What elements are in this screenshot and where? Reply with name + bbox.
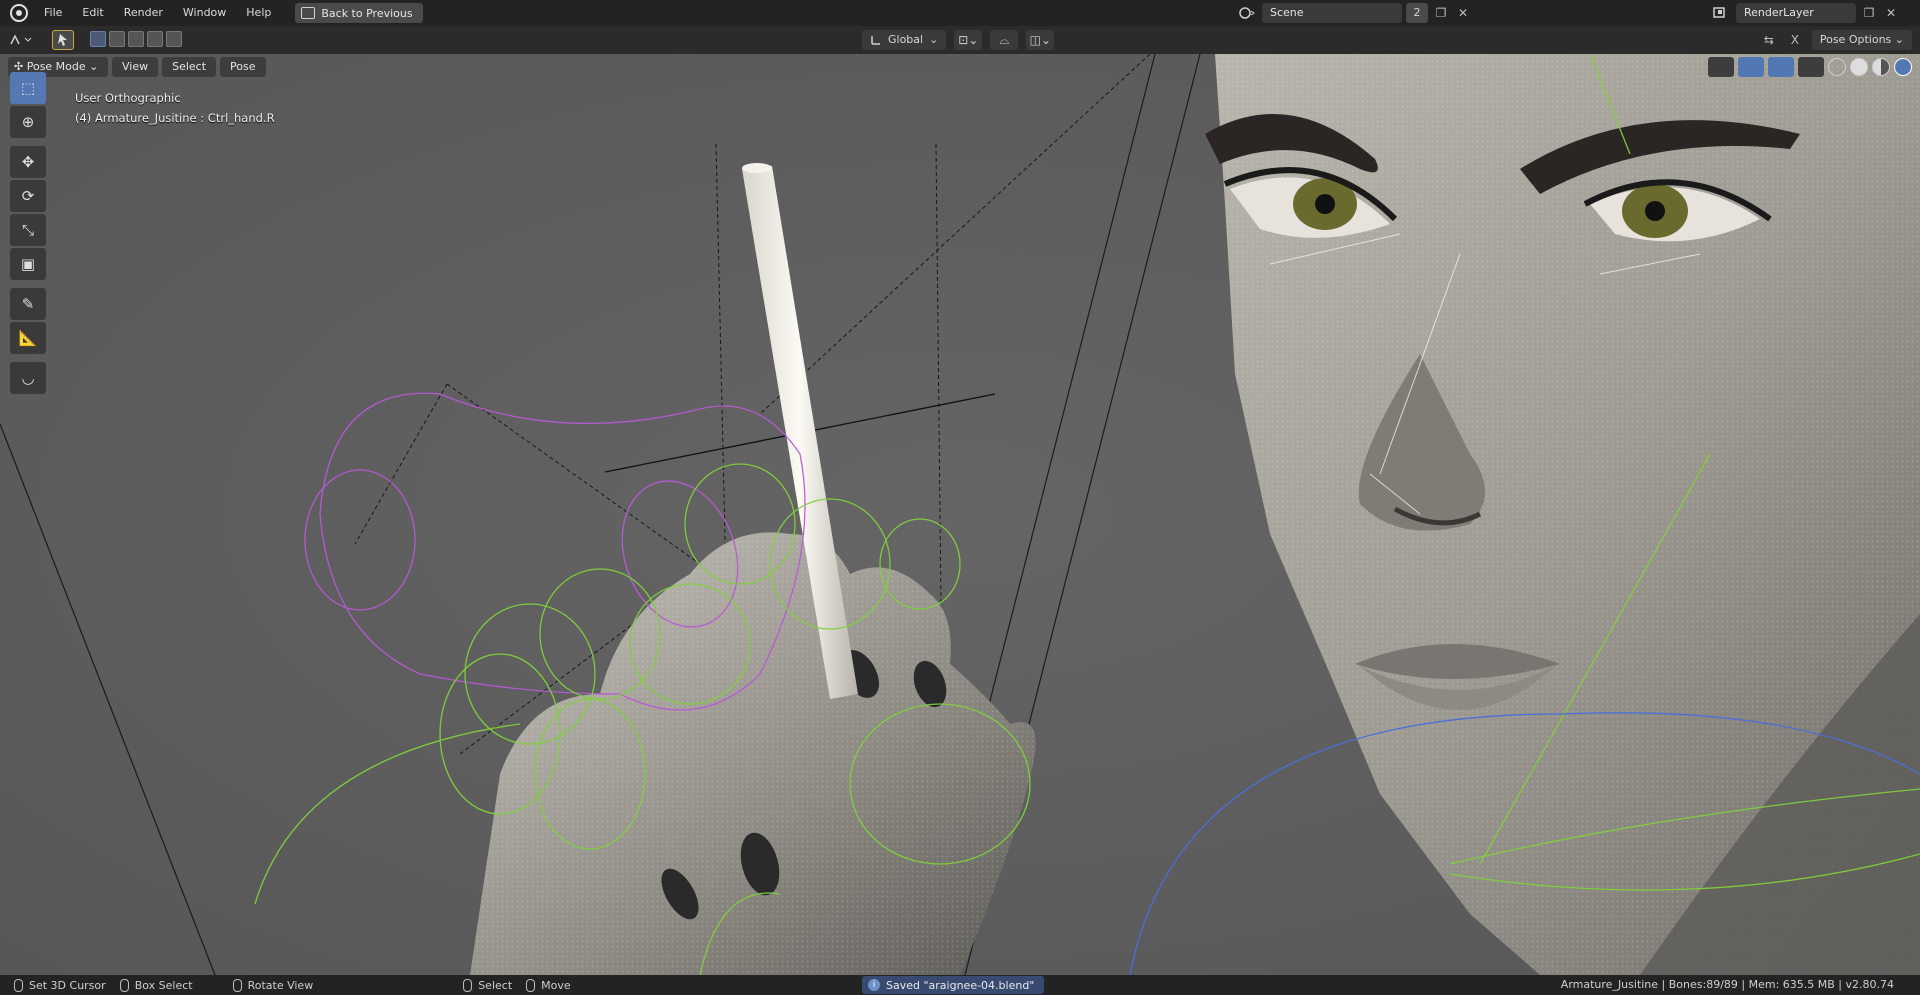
chevron-down-icon: ⌄ [89,60,99,73]
menu-pose[interactable]: Pose [220,57,266,77]
blender-logo-icon[interactable] [10,4,28,22]
scene-statistics: Armature_Jusitine | Bones:89/89 | Mem: 6… [1560,978,1894,991]
mouse-right-icon [463,978,473,992]
cursor-icon[interactable]: ⊕ [10,106,46,138]
mouse-left-icon [14,978,23,992]
tool-settings-header: Global ⌄ ⊡⌄ ⌓ ◫⌄ ⇆ X Pose Options ⌄ [0,26,1920,54]
render-layer-icon[interactable] [1710,3,1732,23]
scale-icon[interactable]: ⤡ [10,214,46,246]
mode-subtract-icon[interactable] [128,31,144,47]
scene-icon[interactable] [1236,3,1258,23]
duplicate-scene-icon[interactable]: ❐ [1432,4,1450,22]
measure-icon[interactable]: 📐 [10,322,46,354]
hint-box-select: Box Select [119,978,193,992]
info-icon: i [868,979,880,991]
menu-view[interactable]: View [112,57,159,77]
render-layer-field[interactable]: RenderLayer [1736,3,1856,23]
3d-viewport[interactable]: ✣ Pose Mode ⌄ View Select Pose User Orth… [0,54,1920,975]
relax-icon[interactable]: ◡ [10,362,46,394]
hint-set-3d-cursor: Set 3D Cursor [14,978,106,992]
save-notification[interactable]: i Saved "araignee-04.blend" [862,976,1045,994]
orientation-dropdown[interactable]: Global ⌄ [862,30,947,50]
menu-render[interactable]: Render [114,0,173,26]
axis-icon [871,36,880,45]
menu-edit[interactable]: Edit [72,0,113,26]
render-layer-selector: RenderLayer ❐ ✕ [1710,3,1900,23]
hint-label: Select [478,978,513,992]
close-scene-icon[interactable]: ✕ [1454,4,1472,22]
orientation-label: Global [888,33,924,46]
rotate-icon[interactable]: ⟳ [10,180,46,212]
back-to-previous-button[interactable]: Back to Previous [295,3,423,23]
material-shading-icon[interactable] [1872,58,1890,76]
chevron-down-icon: ⌄ [1894,33,1904,46]
xray-toggle-icon[interactable] [1798,57,1824,77]
select-box-icon[interactable]: ⬚ [10,72,46,104]
viewport-info-overlay: User Orthographic (4) Armature_Jusitine … [75,88,275,128]
pivot-point-dropdown[interactable]: ⊡⌄ [954,30,983,50]
chevron-down-icon: ⌄ [929,33,939,46]
mode-extend-icon[interactable] [109,31,125,47]
status-bar: Set 3D Cursor Box Select Rotate View Sel… [0,975,1920,995]
hint-select: Select [463,978,513,992]
selection-mode-buttons [90,31,182,47]
active-object-label: (4) Armature_Jusitine : Ctrl_hand.R [75,111,275,125]
top-menu-bar: File Edit Render Window Help Back to Pre… [0,0,1920,26]
screen-icon [301,7,316,19]
annotate-icon[interactable]: ✎ [10,288,46,320]
left-toolbar: ⬚ ⊕ ✥ ⟳ ⤡ ▣ ✎ 📐 ◡ [8,72,48,396]
mirror-x-icon[interactable]: ⇆ [1760,31,1778,49]
mode-intersect-icon[interactable] [166,31,182,47]
rendered-shading-icon[interactable] [1894,58,1912,76]
pose-options-dropdown[interactable]: Pose Options ⌄ [1811,30,1912,50]
close-layer-icon[interactable]: ✕ [1882,4,1900,22]
save-message: Saved "araignee-04.blend" [886,978,1035,992]
visibility-eye-icon[interactable] [1708,57,1734,77]
duplicate-layer-icon[interactable]: ❐ [1860,4,1878,22]
scene-selector: Scene 2 ❐ ✕ [1236,3,1472,23]
proportional-edit-dropdown[interactable]: ◫⌄ [1026,30,1055,50]
solid-shading-icon[interactable] [1850,58,1868,76]
wireframe-shading-icon[interactable] [1828,58,1846,76]
transform-settings: Global ⌄ ⊡⌄ ⌓ ◫⌄ [862,30,1055,50]
editor-type-dropdown[interactable] [8,30,40,50]
move-icon[interactable]: ✥ [10,146,46,178]
scene-users-count[interactable]: 2 [1406,3,1428,23]
menu-help[interactable]: Help [236,0,281,26]
view-name-label: User Orthographic [75,91,181,105]
back-to-previous-label: Back to Previous [321,6,413,20]
hint-rotate-view: Rotate View [232,978,314,992]
header-right-controls: ⇆ X Pose Options ⌄ [1760,30,1912,50]
mode-new-icon[interactable] [90,31,106,47]
menu-select[interactable]: Select [162,57,217,77]
mouse-middle-icon [232,978,242,992]
mouse-right-drag-icon [526,978,536,992]
hint-label: Move [541,978,571,992]
mouse-drag-icon [119,978,129,992]
pose-options-label: Pose Options [1819,33,1892,46]
hint-label: Rotate View [247,978,314,992]
hint-move: Move [526,978,571,992]
hint-label: Box Select [134,978,193,992]
active-tool-icon[interactable] [52,30,74,50]
menu-window[interactable]: Window [173,0,236,26]
menu-file[interactable]: File [34,0,72,26]
gizmo-toggle-icon[interactable] [1738,57,1764,77]
transform-icon[interactable]: ▣ [10,248,46,280]
viewport-overlays-controls [1708,57,1912,77]
mode-invert-icon[interactable] [147,31,163,47]
overlays-toggle-icon[interactable] [1768,57,1794,77]
snap-toggle[interactable]: ⌓ [990,30,1019,50]
scene-name-field[interactable]: Scene [1262,3,1402,23]
x-axis-toggle[interactable]: X [1786,31,1804,49]
viewport-render [0,54,1920,975]
hint-label: Set 3D Cursor [29,978,106,992]
